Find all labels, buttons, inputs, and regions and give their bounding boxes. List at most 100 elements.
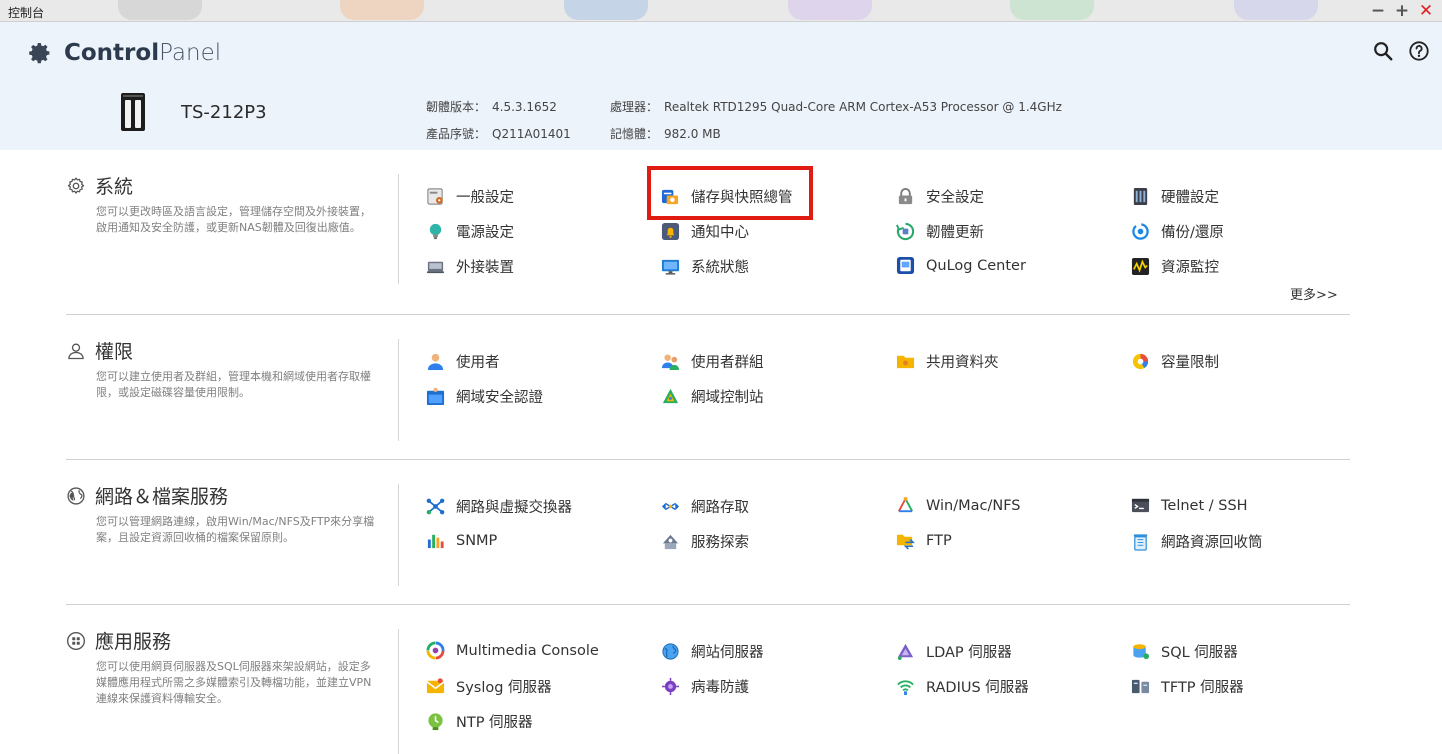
item-backup-restore[interactable]: 備份/還原 [1131, 221, 1224, 242]
background-app-icon [564, 0, 648, 20]
item-ntp-server[interactable]: NTP 伺服器 [426, 711, 533, 732]
horizontal-divider [66, 314, 1350, 315]
item-label: 網站伺服器 [691, 645, 764, 661]
item-ftp[interactable]: FTP [896, 531, 952, 550]
window-titlebar: 控制台 − + ✕ [0, 0, 1442, 22]
section-description: 您可以更改時區及語言設定，管理儲存空間及外接裝置，啟用通知及安全防護，或更新NA… [96, 205, 371, 234]
item-win-mac-nfs[interactable]: Win/Mac/NFS [896, 496, 1021, 515]
item-security[interactable]: 安全設定 [896, 186, 984, 207]
item-users[interactable]: 使用者 [426, 351, 500, 372]
item-label: 電源設定 [456, 225, 514, 241]
item-network-access[interactable]: 網路存取 [661, 496, 749, 517]
item-syslog-server[interactable]: Syslog 伺服器 [426, 676, 552, 697]
cpu-value: Realtek RTD1295 Quad-Core ARM Cortex-A53… [664, 100, 1062, 114]
item-network-virtual-switch[interactable]: 網路與虛擬交換器 [426, 496, 572, 517]
item-label: 網域安全認證 [456, 390, 543, 406]
item-antivirus[interactable]: 病毒防護 [661, 676, 749, 697]
item-notification-center[interactable]: 通知中心 [661, 221, 749, 242]
device-model: TS-212P3 [181, 102, 267, 123]
horizontal-divider [66, 604, 1350, 605]
item-general-settings[interactable]: 一般設定 [426, 186, 514, 207]
item-qulog-center[interactable]: QuLog Center [896, 256, 1026, 275]
item-radius-server[interactable]: RADIUS 伺服器 [896, 676, 1029, 697]
background-app-icon [340, 0, 424, 20]
clock-icon [428, 713, 443, 731]
item-system-status[interactable]: 系統狀態 [661, 256, 749, 277]
ftp-folder-icon [896, 534, 915, 550]
folder-icon [896, 355, 915, 369]
network-switch-icon [426, 498, 445, 515]
help-icon[interactable] [1408, 40, 1430, 62]
section-title: 網路＆檔案服務 [95, 486, 229, 508]
external-device-icon [426, 261, 445, 274]
background-app-icon [788, 0, 872, 20]
item-label: Multimedia Console [456, 642, 599, 659]
background-app-icon [1010, 0, 1094, 20]
domain-security-icon [426, 387, 445, 406]
apps-grid-icon [67, 631, 85, 650]
search-icon[interactable] [1372, 40, 1394, 62]
item-network-recycle-bin[interactable]: 網路資源回收筒 [1131, 531, 1263, 552]
syslog-envelope-icon [426, 678, 445, 694]
item-label: 網路存取 [691, 500, 749, 516]
item-resource-monitor[interactable]: 資源監控 [1131, 256, 1219, 277]
terminal-icon [1131, 498, 1150, 513]
radius-wifi-icon [897, 680, 914, 696]
item-sql-server[interactable]: SQL 伺服器 [1131, 641, 1238, 662]
item-hardware[interactable]: 硬體設定 [1131, 186, 1219, 207]
divider [398, 174, 399, 284]
item-power[interactable]: 電源設定 [426, 221, 514, 242]
section-description: 您可以建立使用者及群組，管理本機和網域使用者存取權限，或設定磁碟容量使用限制。 [96, 370, 371, 399]
item-domain-security[interactable]: 網域安全認證 [426, 386, 543, 407]
cpu-label: 處理器： [610, 100, 659, 114]
window-title: 控制台 [8, 6, 45, 20]
item-label: 共用資料夾 [926, 355, 999, 371]
item-ldap-server[interactable]: LDAP 伺服器 [896, 641, 1012, 662]
item-shared-folders[interactable]: 共用資料夾 [896, 351, 999, 372]
item-tftp-server[interactable]: TFTP 伺服器 [1131, 676, 1244, 697]
item-service-discovery[interactable]: 服務探索 [661, 531, 749, 552]
item-firmware-update[interactable]: 韌體更新 [896, 221, 984, 242]
item-label: 病毒防護 [691, 680, 749, 696]
item-label: NTP 伺服器 [456, 715, 533, 731]
item-label: QuLog Center [926, 257, 1026, 274]
item-external-devices[interactable]: 外接裝置 [426, 256, 514, 277]
section-header: 應用服務 [66, 627, 171, 654]
item-snmp[interactable]: SNMP [426, 531, 497, 550]
lightbulb-icon [429, 223, 442, 240]
quota-pie-icon [1132, 353, 1149, 370]
database-icon [1133, 644, 1150, 660]
item-label: 使用者 [456, 355, 500, 371]
item-web-server[interactable]: 網站伺服器 [661, 641, 764, 662]
tftp-server-icon [1131, 679, 1150, 694]
notification-icon [661, 222, 680, 241]
maximize-button[interactable]: + [1394, 1, 1410, 21]
item-user-groups[interactable]: 使用者群組 [661, 351, 764, 372]
item-quota[interactable]: 容量限制 [1131, 351, 1219, 372]
more-link[interactable]: 更多>> [1290, 284, 1338, 303]
item-multimedia-console[interactable]: Multimedia Console [426, 641, 599, 660]
gear-icon [29, 43, 50, 64]
item-label: 儲存與快照總管 [691, 190, 793, 206]
minimize-button[interactable]: − [1370, 1, 1386, 21]
section-description: 您可以管理網路連線，啟用Win/Mac/NFS及FTP來分享檔案，且設定資源回收… [96, 515, 375, 544]
win-mac-nfs-icon [898, 496, 913, 513]
close-button[interactable]: ✕ [1418, 1, 1434, 21]
item-storage-snapshots[interactable]: 儲存與快照總管 [661, 186, 793, 207]
section-title: 系統 [95, 176, 134, 198]
item-telnet-ssh[interactable]: Telnet / SSH [1131, 496, 1248, 515]
background-app-icon [118, 0, 202, 20]
section-title: 權限 [95, 341, 134, 363]
serial-label: 產品序號： [426, 127, 487, 141]
item-label: 使用者群組 [691, 355, 764, 371]
item-label: Win/Mac/NFS [926, 497, 1021, 514]
section-description: 您可以使用網頁伺服器及SQL伺服器來架設網站，設定多媒體應用程式所需之多媒體索引… [96, 660, 372, 705]
background-app-icon [1234, 0, 1318, 20]
section-divider [66, 459, 1350, 460]
horizontal-divider [66, 459, 1350, 460]
lock-icon [898, 187, 913, 205]
backup-restore-icon [1132, 223, 1149, 240]
item-label: 容量限制 [1161, 355, 1219, 371]
item-domain-controller[interactable]: 網域控制站 [661, 386, 764, 407]
item-label: 網路資源回收筒 [1161, 535, 1263, 551]
